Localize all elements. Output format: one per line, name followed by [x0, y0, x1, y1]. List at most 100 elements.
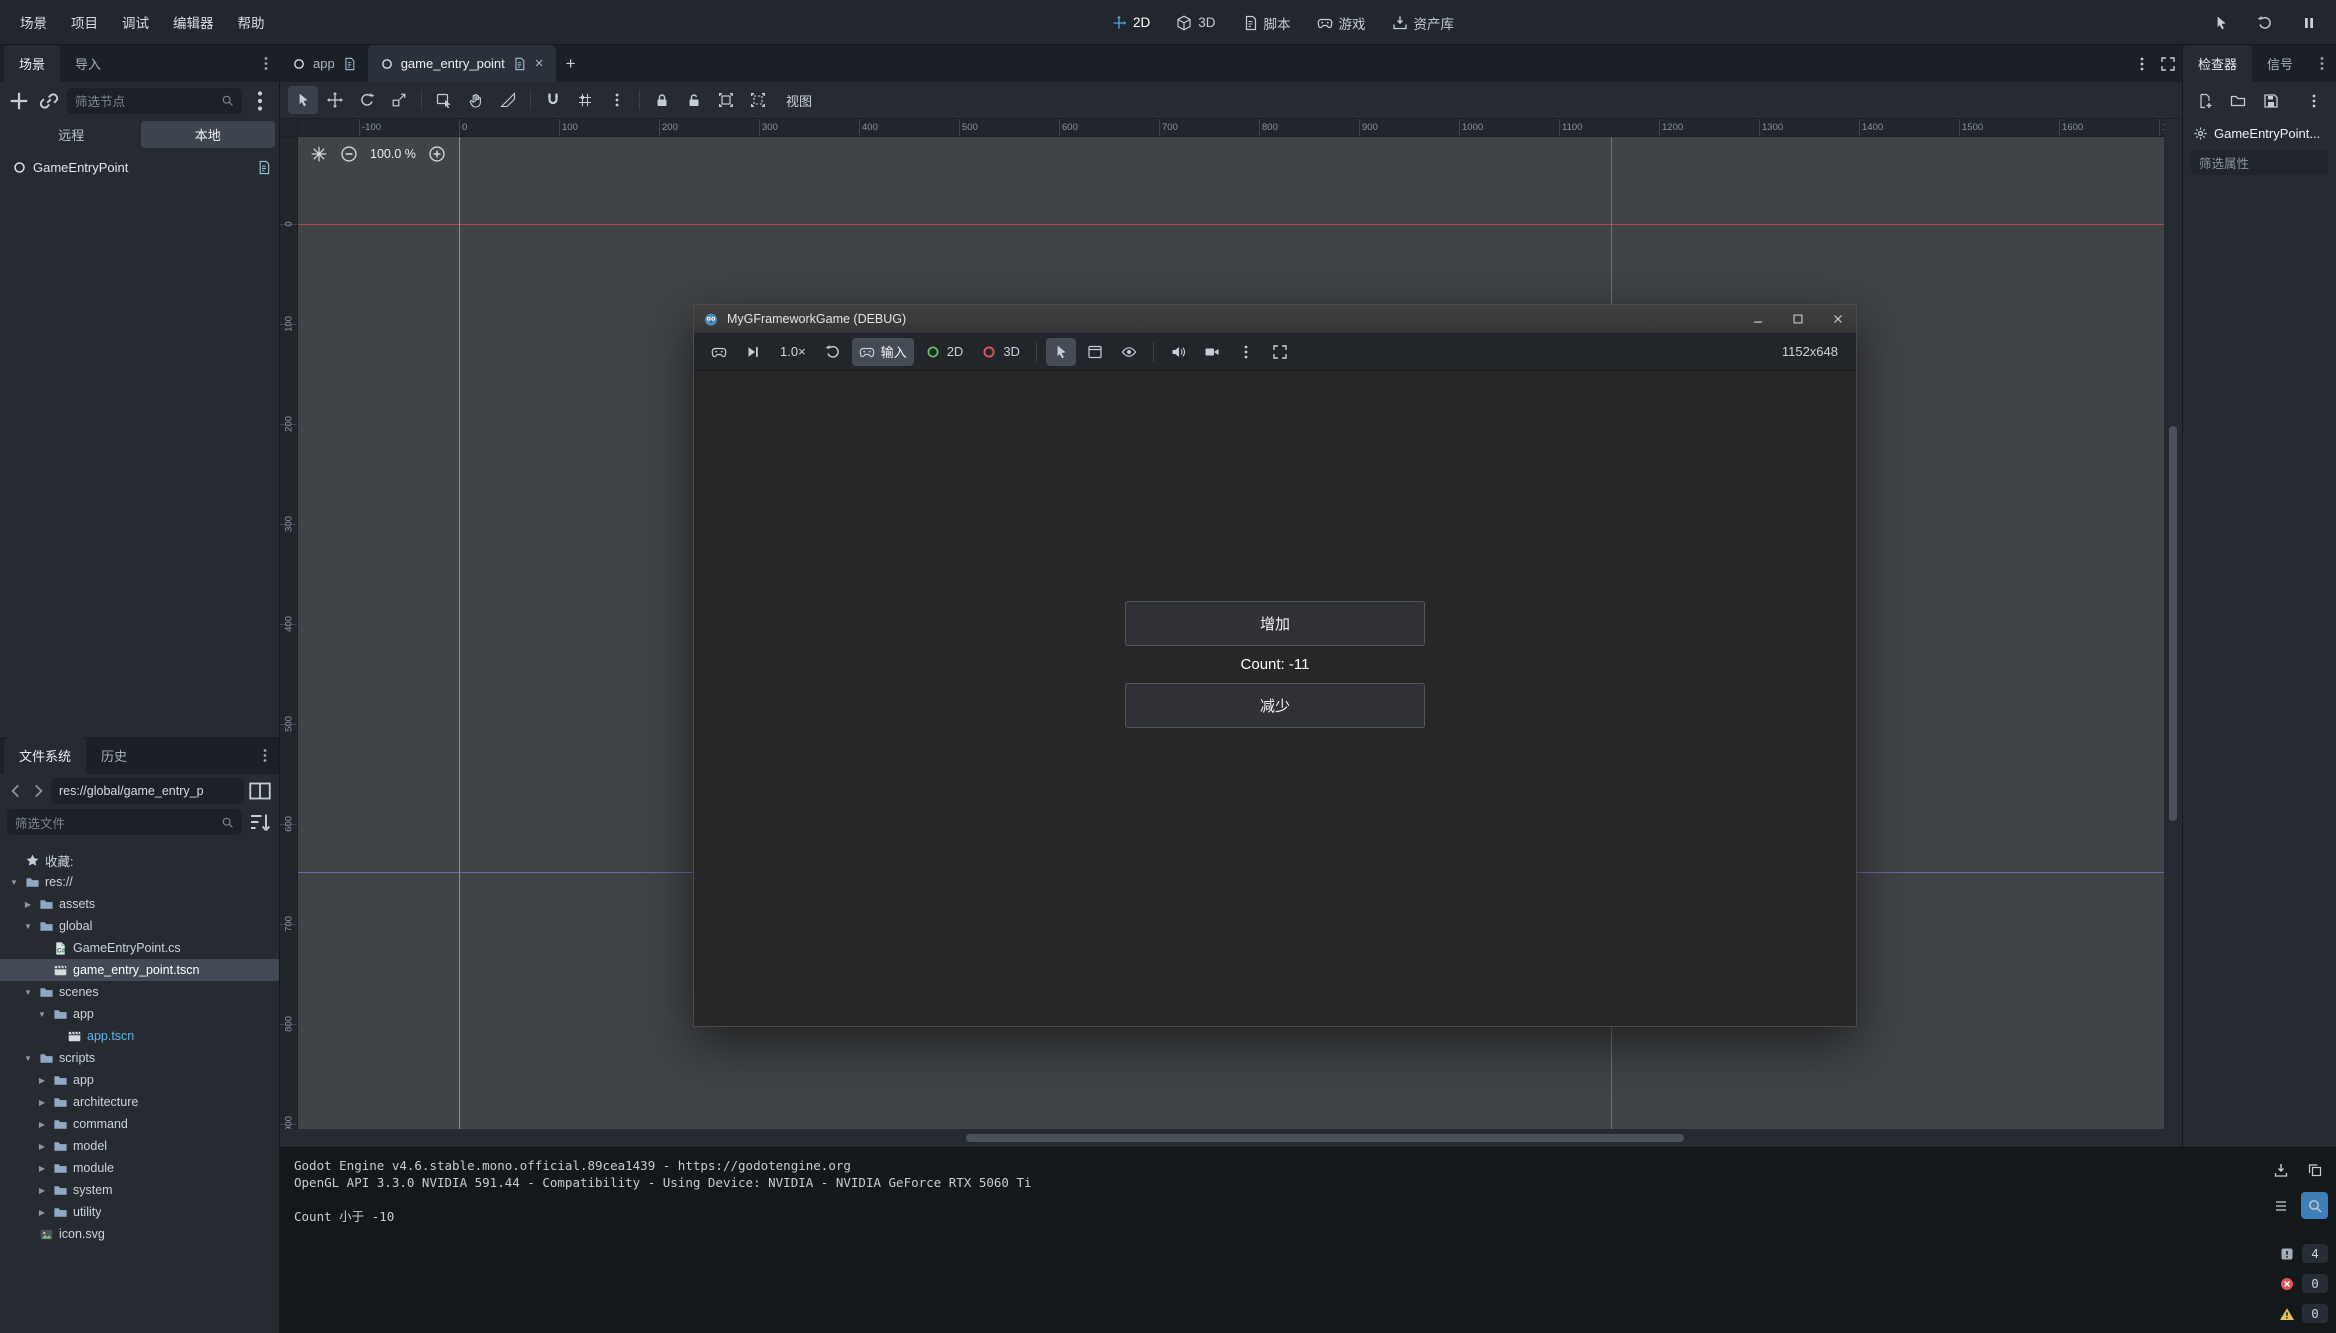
scene-dock-tab-1[interactable]: 导入: [60, 45, 116, 82]
local-button[interactable]: 本地: [141, 121, 276, 148]
fs-item[interactable]: ▼scenes: [0, 981, 279, 1003]
menubar-menu-2[interactable]: 调试: [110, 7, 161, 37]
cursor-button[interactable]: [2208, 10, 2234, 36]
fs-item[interactable]: ▶architecture: [0, 1091, 279, 1113]
zoom-level[interactable]: 100.0 %: [370, 147, 416, 161]
horizontal-scrollbar-thumb[interactable]: [966, 1134, 1684, 1142]
inspector-tab-0[interactable]: 检查器: [2183, 45, 2252, 82]
expand-arrow-icon[interactable]: ▶: [36, 1098, 48, 1107]
close-tab-icon[interactable]: ×: [535, 56, 544, 71]
fs-item[interactable]: ▶app: [0, 1069, 279, 1091]
expand-arrow-icon[interactable]: ▶: [36, 1208, 48, 1217]
decrease-button[interactable]: 减少: [1125, 683, 1425, 728]
smart-snap-button[interactable]: [538, 86, 568, 114]
collapse-arrow-icon[interactable]: ▼: [22, 1054, 34, 1063]
inspector-tab-1[interactable]: 信号: [2252, 45, 2308, 82]
camera-2d-button[interactable]: 2D: [918, 338, 971, 366]
fs-item[interactable]: ▶model: [0, 1135, 279, 1157]
path-field[interactable]: res://global/game_entry_p: [51, 778, 244, 804]
camera-3d-button[interactable]: 3D: [974, 338, 1027, 366]
lock-button[interactable]: [647, 86, 677, 114]
kebab-button[interactable]: [2303, 89, 2326, 113]
fs-item[interactable]: ▶assets: [0, 893, 279, 915]
list-select-button[interactable]: [429, 86, 459, 114]
collapse-arrow-icon[interactable]: ▼: [36, 1010, 48, 1019]
menubar-menu-0[interactable]: 场景: [8, 7, 59, 37]
collapse-arrow-icon[interactable]: ▼: [22, 988, 34, 997]
message-filter[interactable]: 4: [2279, 1244, 2328, 1263]
menubar-menu-4[interactable]: 帮助: [226, 7, 277, 37]
fs-item[interactable]: ▼scripts: [0, 1047, 279, 1069]
menubar-menu-1[interactable]: 项目: [59, 7, 110, 37]
workspace-button-脚本[interactable]: 脚本: [1231, 8, 1302, 38]
fullscreen-button[interactable]: [1265, 338, 1295, 366]
cursor-button[interactable]: [1046, 338, 1076, 366]
expand-arrow-icon[interactable]: ▶: [36, 1076, 48, 1085]
increase-button[interactable]: 增加: [1125, 601, 1425, 646]
panel-button[interactable]: [1080, 338, 1110, 366]
zoom-in-icon[interactable]: [428, 145, 446, 163]
workspace-button-2D[interactable]: 2D: [1100, 10, 1161, 36]
unlock-button[interactable]: [679, 86, 709, 114]
expand-arrow-icon[interactable]: ▶: [36, 1164, 48, 1173]
2d-viewport[interactable]: 100.0 % MyGFrameworkGame (DEBUG) 1.0×输入2…: [298, 137, 2164, 1129]
vertical-scrollbar[interactable]: [2164, 137, 2182, 1129]
collapse-arrow-icon[interactable]: ▼: [22, 922, 34, 931]
fs-item[interactable]: ▼app: [0, 1003, 279, 1025]
workspace-button-3D[interactable]: 3D: [1165, 10, 1226, 36]
scale-tool-button[interactable]: [384, 86, 414, 114]
filesystem-tab-0[interactable]: 文件系统: [4, 737, 86, 774]
camera-button[interactable]: [1197, 338, 1227, 366]
menubar-menu-3[interactable]: 编辑器: [161, 7, 226, 37]
expand-arrow-icon[interactable]: ▶: [36, 1120, 48, 1129]
back-icon[interactable]: [7, 779, 25, 803]
horizontal-scrollbar[interactable]: [298, 1129, 2164, 1147]
scene-tab-app[interactable]: app: [280, 45, 368, 82]
kebab-icon[interactable]: [248, 89, 272, 113]
save-resource-button[interactable]: [2260, 89, 2283, 113]
filter-files-input[interactable]: 筛选文件: [7, 809, 242, 835]
restart-button[interactable]: [818, 338, 848, 366]
fs-item[interactable]: ▼res://: [0, 871, 279, 893]
instance-scene-icon[interactable]: [37, 89, 61, 113]
pan-button[interactable]: [461, 86, 491, 114]
restart-button[interactable]: [2252, 10, 2278, 36]
minimize-button[interactable]: [1742, 306, 1774, 332]
inspector-node-row[interactable]: GameEntryPoint...: [2183, 119, 2336, 146]
zoom-out-icon[interactable]: [340, 145, 358, 163]
pause-button[interactable]: [2296, 10, 2322, 36]
kebab-button[interactable]: [602, 86, 632, 114]
collapse-arrow-icon[interactable]: ▼: [8, 878, 20, 887]
filter-nodes-input[interactable]: 筛选节点: [67, 88, 242, 114]
workspace-button-资产库[interactable]: 资产库: [1381, 8, 1466, 38]
move-tool-button[interactable]: [320, 86, 350, 114]
fs-item[interactable]: ▼global: [0, 915, 279, 937]
close-button[interactable]: [1822, 306, 1854, 332]
copy-button[interactable]: [2301, 1156, 2328, 1183]
expand-arrow-icon[interactable]: ▶: [36, 1186, 48, 1195]
scene-tab-game_entry_point[interactable]: game_entry_point×: [368, 45, 556, 82]
fs-item[interactable]: ▶module: [0, 1157, 279, 1179]
split-view-icon[interactable]: [248, 779, 272, 803]
filesystem-tab-1[interactable]: 历史: [86, 737, 142, 774]
next-frame-button[interactable]: [738, 338, 768, 366]
workspace-button-游戏[interactable]: 游戏: [1306, 8, 1377, 38]
new-tab-button[interactable]: +: [556, 45, 586, 82]
fs-item[interactable]: app.tscn: [0, 1025, 279, 1047]
warning-filter[interactable]: 0: [2279, 1304, 2328, 1323]
center-view-icon[interactable]: [310, 145, 328, 163]
fs-item[interactable]: ▶utility: [0, 1201, 279, 1223]
add-node-icon[interactable]: [7, 89, 31, 113]
view-menu-button[interactable]: 视图: [775, 86, 823, 115]
fs-item[interactable]: C#GameEntryPoint.cs: [0, 937, 279, 959]
kebab-icon[interactable]: [258, 45, 274, 82]
input-mode-button[interactable]: 输入: [852, 338, 914, 366]
scene-tree-root-node[interactable]: GameEntryPoint: [0, 154, 279, 180]
forward-icon[interactable]: [29, 779, 47, 803]
maximize-button[interactable]: [1782, 306, 1814, 332]
remote-button[interactable]: 远程: [4, 121, 139, 148]
export-button[interactable]: [2267, 1156, 2294, 1183]
fs-item[interactable]: ▶command: [0, 1113, 279, 1135]
kebab-button[interactable]: [1231, 338, 1261, 366]
expand-arrow-icon[interactable]: ▶: [36, 1142, 48, 1151]
